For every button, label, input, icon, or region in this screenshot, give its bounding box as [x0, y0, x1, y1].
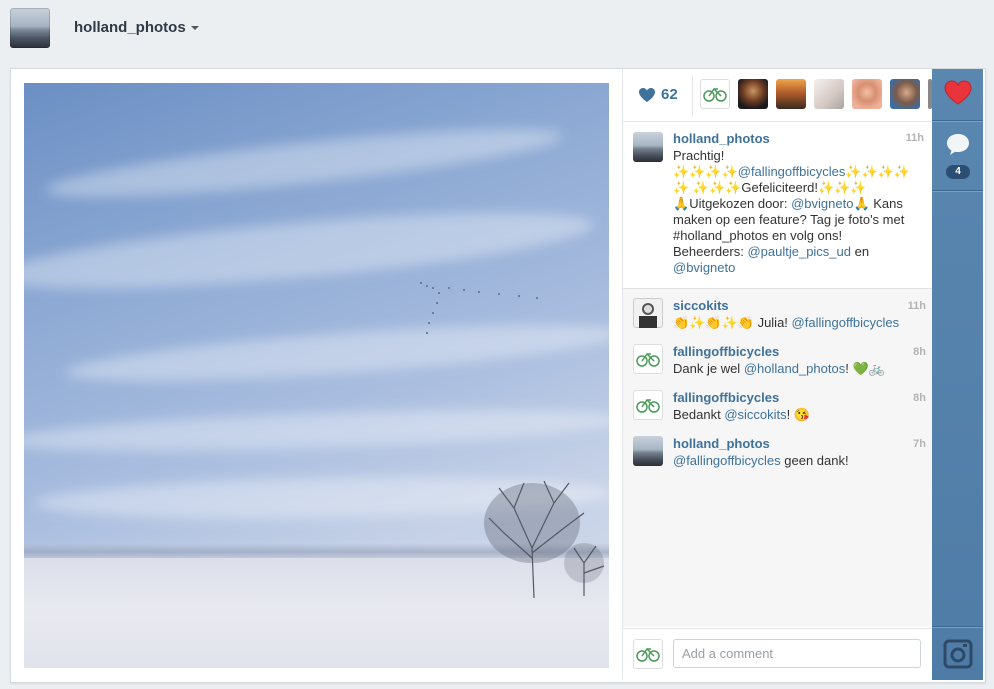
caption-admins: Beheerders: [673, 244, 744, 259]
heart-icon[interactable] [944, 80, 972, 105]
rail-divider [932, 627, 983, 628]
action-rail [932, 69, 983, 680]
comment-author[interactable]: siccokits [673, 298, 729, 313]
caption-time: 11h [905, 132, 924, 144]
likes-count[interactable]: 62 [661, 86, 678, 103]
comment-text: 👏✨👏✨👏 Julia! @fallingoffbicycles [673, 315, 900, 330]
caption-mention[interactable]: @bvigneto [673, 260, 735, 275]
caption-mention[interactable]: @fallingoffbicycles [738, 164, 846, 179]
comment-mention[interactable]: @fallingoffbicycles [673, 453, 781, 468]
comment-avatar[interactable] [633, 298, 663, 328]
caption-mention[interactable]: @bvigneto [791, 196, 853, 211]
caption-text: Prachtig! ✨✨✨✨@fallingoffbicycles✨✨✨✨ ✨ … [673, 148, 911, 275]
caption-line: Prachtig! [673, 148, 725, 163]
profile-avatar[interactable] [10, 8, 50, 48]
caption-congrats: Gefeliciteerd! [741, 180, 818, 195]
comment-bubble-icon[interactable] [945, 132, 971, 158]
profile-username[interactable]: holland_photos [74, 19, 186, 36]
rail-divider [932, 191, 983, 192]
comment-text: Dank je wel @holland_photos! 💚🚲 [673, 361, 885, 376]
comment-avatar[interactable] [633, 390, 663, 420]
comment-avatar[interactable] [633, 436, 663, 466]
add-comment-input[interactable] [673, 639, 921, 668]
comment-avatar[interactable] [633, 344, 663, 374]
like-heart-icon[interactable] [638, 87, 656, 103]
comment-author[interactable]: fallingoffbicycles [673, 390, 779, 405]
comment-author[interactable]: holland_photos [673, 436, 770, 451]
liker-avatar[interactable] [738, 79, 768, 109]
comment-time: 11h [907, 300, 926, 312]
comment-author[interactable]: fallingoffbicycles [673, 344, 779, 359]
comment-time: 8h [913, 346, 926, 358]
comment-mention[interactable]: @siccokits [724, 407, 786, 422]
comment-text: Bedankt @siccokits! 😘 [673, 407, 811, 422]
liker-avatar[interactable] [776, 79, 806, 109]
current-user-avatar [633, 639, 663, 669]
caption-author[interactable]: holland_photos [673, 131, 770, 146]
liker-avatar[interactable] [852, 79, 882, 109]
comment-mention[interactable]: @holland_photos [744, 361, 845, 376]
post-photo[interactable] [24, 83, 609, 668]
chevron-down-icon[interactable] [191, 26, 199, 30]
instagram-camera-icon[interactable] [943, 639, 973, 669]
caption-and: en [854, 244, 870, 259]
tree-silhouette [484, 480, 605, 599]
caption-author-avatar[interactable] [633, 132, 663, 162]
liker-avatar[interactable] [700, 79, 730, 109]
comments-count-badge: 4 [946, 165, 970, 179]
comment-time: 8h [913, 392, 926, 404]
liker-avatar[interactable] [890, 79, 920, 109]
top-bar: holland_photos [0, 0, 994, 58]
comment-time: 7h [913, 438, 926, 450]
rail-divider [932, 121, 983, 122]
liker-avatar[interactable] [814, 79, 844, 109]
comment-text: @fallingoffbicycles geen dank! [673, 453, 849, 468]
caption-chosen-by: Uitgekozen door: [689, 196, 788, 211]
likes-separator [692, 76, 693, 116]
caption-mention[interactable]: @paultje_pics_ud [747, 244, 851, 259]
comment-mention[interactable]: @fallingoffbicycles [792, 315, 900, 330]
